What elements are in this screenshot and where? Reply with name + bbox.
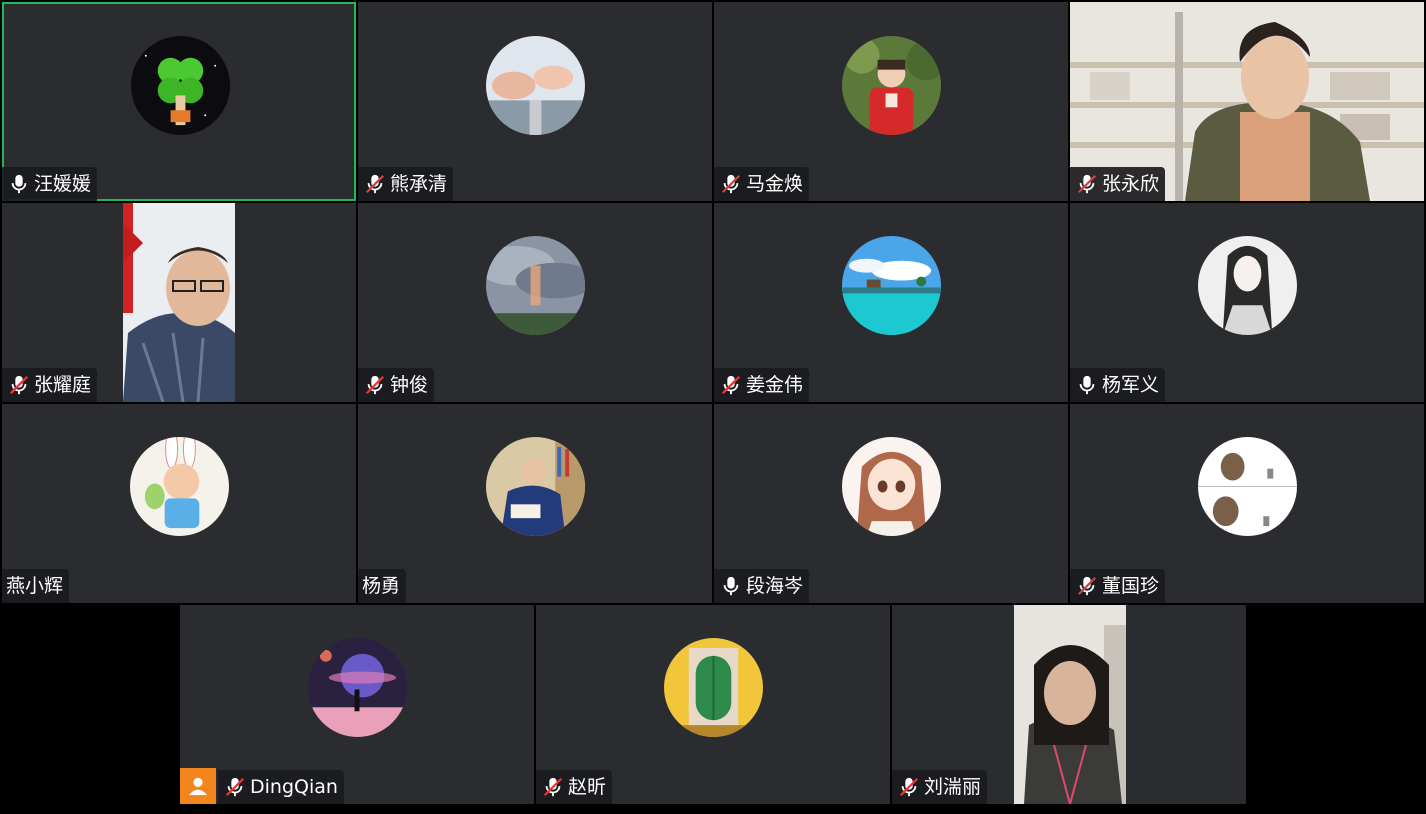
- participant-name: 杨勇: [362, 575, 401, 597]
- participant-name: 赵昕: [568, 776, 607, 798]
- participant-tile-8[interactable]: 杨军义: [1070, 203, 1424, 402]
- participant-name: 张永欣: [1102, 173, 1160, 195]
- participant-name: 燕小辉: [6, 575, 64, 597]
- microphone-muted-icon[interactable]: [898, 776, 920, 798]
- avatar: [1198, 236, 1297, 335]
- participant-tile-6[interactable]: 钟俊: [358, 203, 712, 402]
- participant-label: 张永欣: [1070, 167, 1166, 201]
- avatar: [842, 236, 941, 335]
- avatar: [842, 36, 941, 135]
- participant-name: 熊承清: [390, 173, 448, 195]
- participant-tile-2[interactable]: 熊承清: [358, 2, 712, 201]
- avatar: [486, 236, 585, 335]
- avatar: [130, 437, 229, 536]
- avatar: [131, 36, 230, 135]
- participant-tile-4[interactable]: 张永欣: [1070, 2, 1424, 201]
- participant-tile-3[interactable]: 马金焕: [714, 2, 1068, 201]
- participant-tile-7[interactable]: 姜金伟: [714, 203, 1068, 402]
- participant-label: 钟俊: [358, 368, 435, 402]
- video-feed: [1014, 605, 1126, 804]
- avatar: [1198, 437, 1297, 536]
- participant-label: 段海岑: [714, 569, 810, 603]
- avatar: [486, 36, 585, 135]
- participant-name: 杨军义: [1102, 374, 1160, 396]
- participant-name: 董国珍: [1102, 575, 1160, 597]
- microphone-muted-icon[interactable]: [720, 173, 742, 195]
- participant-name: DingQian: [250, 776, 338, 798]
- participant-label: 杨勇: [358, 569, 407, 603]
- participant-tile-12[interactable]: 董国珍: [1070, 404, 1424, 603]
- participant-label: 杨军义: [1070, 368, 1166, 402]
- video-feed: [123, 203, 235, 402]
- participant-tile-9[interactable]: 燕小辉: [2, 404, 356, 603]
- avatar: [664, 638, 763, 737]
- microphone-icon[interactable]: [720, 575, 742, 597]
- participant-name: 刘湍丽: [924, 776, 982, 798]
- microphone-muted-icon[interactable]: [542, 776, 564, 798]
- microphone-icon[interactable]: [1076, 374, 1098, 396]
- participant-tile-13[interactable]: DingQian: [180, 605, 534, 804]
- participant-name: 马金焕: [746, 173, 804, 195]
- microphone-muted-icon[interactable]: [1076, 173, 1098, 195]
- microphone-muted-icon[interactable]: [224, 776, 246, 798]
- participant-tile-14[interactable]: 赵昕: [536, 605, 890, 804]
- participant-tile-1[interactable]: 汪媛媛: [2, 2, 356, 201]
- avatar: [308, 638, 407, 737]
- participant-label: 姜金伟: [714, 368, 810, 402]
- microphone-muted-icon[interactable]: [1076, 575, 1098, 597]
- avatar: [486, 437, 585, 536]
- participant-tile-11[interactable]: 段海岑: [714, 404, 1068, 603]
- microphone-icon[interactable]: [8, 173, 30, 195]
- microphone-muted-icon[interactable]: [364, 374, 386, 396]
- user-icon[interactable]: [180, 768, 216, 804]
- participant-name: 姜金伟: [746, 374, 804, 396]
- participant-label: 汪媛媛: [2, 167, 98, 201]
- participant-label: 董国珍: [1070, 569, 1166, 603]
- participant-label: 张耀庭: [2, 368, 98, 402]
- participant-label: DingQian: [218, 770, 344, 804]
- microphone-muted-icon[interactable]: [720, 374, 742, 396]
- participant-label: 熊承清: [358, 167, 454, 201]
- participant-tile-15[interactable]: 刘湍丽: [892, 605, 1246, 804]
- microphone-muted-icon[interactable]: [364, 173, 386, 195]
- microphone-muted-icon[interactable]: [8, 374, 30, 396]
- participant-label: 刘湍丽: [892, 770, 988, 804]
- participant-tile-5[interactable]: 张耀庭: [2, 203, 356, 402]
- participant-name: 段海岑: [746, 575, 804, 597]
- participant-name: 汪媛媛: [34, 173, 92, 195]
- avatar: [842, 437, 941, 536]
- participant-tile-10[interactable]: 杨勇: [358, 404, 712, 603]
- participant-name: 钟俊: [390, 374, 429, 396]
- participant-label: 马金焕: [714, 167, 810, 201]
- participant-label: 燕小辉: [2, 569, 70, 603]
- participant-name: 张耀庭: [34, 374, 92, 396]
- participant-label: 赵昕: [536, 770, 613, 804]
